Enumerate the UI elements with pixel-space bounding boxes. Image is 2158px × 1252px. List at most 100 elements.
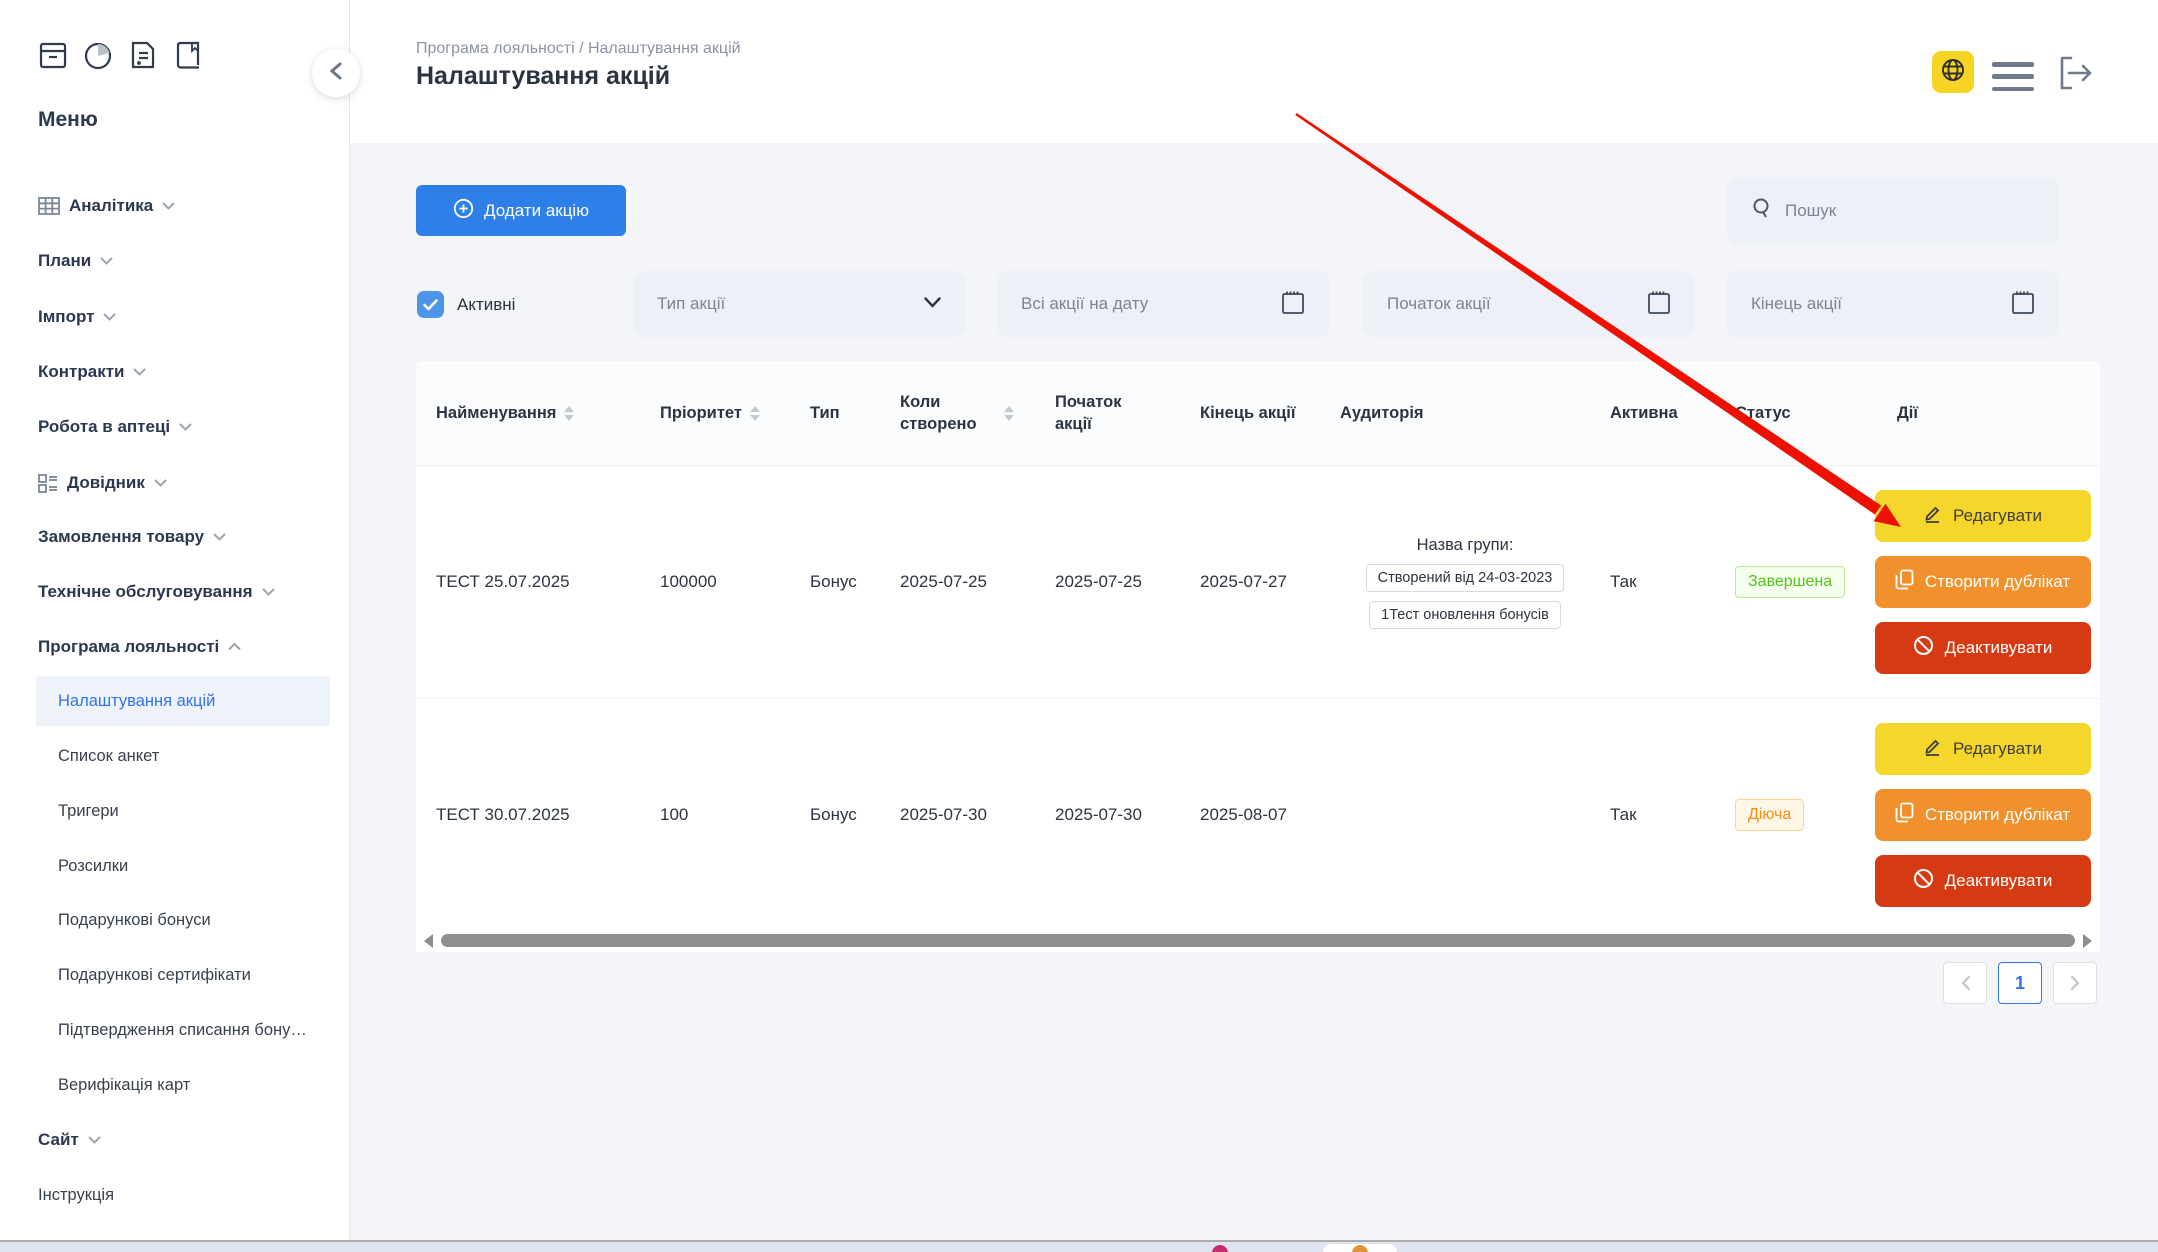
- search-box: [1727, 177, 2059, 244]
- submenu-item-questionnaires[interactable]: Список анкет: [58, 738, 159, 774]
- pagination-next-button[interactable]: [2053, 962, 2097, 1004]
- archive-icon[interactable]: [38, 40, 68, 75]
- promos-table: Найменування Пріоритет Тип Коли створено…: [416, 361, 2100, 952]
- submenu-item-card-verification[interactable]: Верифікація карт: [58, 1067, 190, 1103]
- sidebar-item-plans[interactable]: Плани: [38, 243, 113, 279]
- pencil-icon: [1923, 737, 1942, 761]
- pagination-prev-button[interactable]: [1943, 962, 1987, 1004]
- submenu-item-promo-settings[interactable]: Налаштування акцій: [58, 683, 215, 719]
- calendar-icon: [1281, 289, 1305, 320]
- book-icon[interactable]: [173, 40, 203, 75]
- table-header-row: Найменування Пріоритет Тип Коли створено…: [416, 361, 2100, 466]
- sidebar-item-goods-order[interactable]: Замовлення товару: [38, 519, 226, 555]
- col-header-active: Активна: [1590, 361, 1715, 465]
- all-promos-date-picker[interactable]: Всі акції на дату: [997, 271, 1329, 337]
- cell-type: Бонус: [790, 466, 880, 698]
- chevron-down-icon: [100, 257, 113, 265]
- menu-toggle-button[interactable]: [1992, 62, 2034, 91]
- deactivate-button[interactable]: Деактивувати: [1875, 855, 2091, 907]
- breadcrumb: Програма лояльності / Налаштування акцій: [416, 40, 741, 58]
- promo-type-select[interactable]: Тип акції: [633, 271, 965, 337]
- sort-icon[interactable]: [1004, 406, 1014, 421]
- cell-end: 2025-07-27: [1180, 466, 1320, 698]
- col-header-status: Статус: [1715, 361, 1845, 465]
- active-checkbox[interactable]: [417, 291, 444, 318]
- copy-icon: [1895, 569, 1914, 595]
- plus-circle-icon: [453, 198, 474, 224]
- logout-button[interactable]: [2056, 53, 2096, 93]
- sort-icon[interactable]: [750, 406, 760, 421]
- cell-status: Діюча: [1715, 699, 1845, 930]
- duplicate-button[interactable]: Створити дублікат: [1875, 556, 2091, 608]
- cell-start: 2025-07-25: [1035, 466, 1180, 698]
- sidebar-item-analytics[interactable]: Аналітика: [38, 188, 175, 224]
- audience-group-label: Назва групи:: [1417, 536, 1514, 555]
- chevron-down-icon: [88, 1136, 101, 1144]
- sidebar-item-maintenance[interactable]: Технічне обслуговування: [38, 574, 275, 610]
- submenu-item-bonus-writeoff-confirm[interactable]: Підтвердження списання бону…: [58, 1012, 307, 1048]
- cell-start: 2025-07-30: [1035, 699, 1180, 930]
- submenu-item-triggers[interactable]: Тригери: [58, 793, 119, 829]
- audience-tag: Створений від 24-03-2023: [1366, 564, 1565, 592]
- pagination-page-1[interactable]: 1: [1998, 962, 2042, 1004]
- submenu-item-gift-certificates[interactable]: Подарункові сертифікати: [58, 957, 251, 993]
- col-header-priority[interactable]: Пріоритет: [640, 361, 790, 465]
- col-header-name[interactable]: Найменування: [416, 361, 640, 465]
- sort-icon[interactable]: [564, 406, 574, 421]
- sidebar-item-contracts[interactable]: Контракти: [38, 354, 146, 390]
- table-row: ТЕСТ 25.07.2025 100000 Бонус 2025-07-25 …: [416, 466, 2100, 698]
- sidebar-item-import[interactable]: Імпорт: [38, 299, 116, 335]
- col-header-audience: Аудиторія: [1320, 361, 1590, 465]
- sidebar-collapse-button[interactable]: [312, 49, 360, 97]
- scrollbar-thumb[interactable]: [441, 934, 2075, 947]
- cell-audience: Назва групи: Створений від 24-03-2023 1Т…: [1320, 466, 1590, 698]
- sidebar-item-site[interactable]: Сайт: [38, 1122, 101, 1158]
- submenu-item-mailings[interactable]: Розсилки: [58, 848, 128, 884]
- document-icon[interactable]: [128, 40, 158, 75]
- block-icon: [1913, 635, 1934, 661]
- chevron-down-icon: [262, 588, 275, 596]
- deactivate-button[interactable]: Деактивувати: [1875, 622, 2091, 674]
- calendar-icon: [1647, 289, 1671, 320]
- cell-status: Завершена: [1715, 466, 1845, 698]
- cell-actions: Редагувати Створити дублікат Деактивуват…: [1845, 466, 2100, 698]
- add-promo-button[interactable]: Додати акцію: [416, 185, 626, 236]
- audience-tag: 1Тест оновлення бонусів: [1369, 601, 1561, 629]
- scroll-left-arrow[interactable]: [424, 934, 433, 948]
- search-icon: [1751, 197, 1773, 224]
- grid-icon: [38, 197, 60, 215]
- sidebar-item-loyalty-program[interactable]: Програма лояльності: [38, 629, 241, 665]
- sidebar-item-instruction[interactable]: Інструкція: [38, 1177, 114, 1213]
- sidebar-item-directory[interactable]: Довідник: [38, 465, 167, 501]
- active-filter[interactable]: Активні: [417, 291, 515, 318]
- edit-button[interactable]: Редагувати: [1875, 490, 2091, 542]
- chevron-down-icon: [924, 295, 941, 313]
- submenu-item-gift-bonuses[interactable]: Подарункові бонуси: [58, 902, 211, 938]
- table-row: ТЕСТ 30.07.2025 100 Бонус 2025-07-30 202…: [416, 698, 2100, 930]
- page-title: Налаштування акцій: [416, 62, 670, 91]
- promo-start-date-picker[interactable]: Початок акції: [1363, 271, 1695, 337]
- cell-name: ТЕСТ 30.07.2025: [416, 699, 640, 930]
- calendar-icon: [2011, 289, 2035, 320]
- duplicate-button[interactable]: Створити дублікат: [1875, 789, 2091, 841]
- cell-end: 2025-08-07: [1180, 699, 1320, 930]
- col-header-type: Тип: [790, 361, 880, 465]
- table-horizontal-scrollbar: [416, 929, 2100, 952]
- chevron-down-icon: [179, 423, 192, 431]
- col-header-created[interactable]: Коли створено: [880, 361, 1035, 465]
- bottom-scroll-band[interactable]: [0, 1240, 2158, 1252]
- cell-audience: [1320, 699, 1590, 930]
- pie-chart-icon[interactable]: [83, 40, 113, 75]
- globe-icon: [1940, 57, 1966, 88]
- col-header-actions: Дії: [1845, 361, 2100, 465]
- sidebar: Меню Аналітика Плани Імпорт Контракти Ро…: [0, 0, 350, 1240]
- chevron-down-icon: [133, 368, 146, 376]
- promo-end-date-picker[interactable]: Кінець акції: [1727, 271, 2059, 337]
- scroll-right-arrow[interactable]: [2083, 934, 2092, 948]
- chevron-down-icon: [162, 202, 175, 210]
- sidebar-item-pharmacy-work[interactable]: Робота в аптеці: [38, 409, 192, 445]
- edit-button[interactable]: Редагувати: [1875, 723, 2091, 775]
- search-input[interactable]: [1785, 201, 2035, 221]
- language-button[interactable]: [1932, 51, 1974, 93]
- copy-icon: [1895, 802, 1914, 828]
